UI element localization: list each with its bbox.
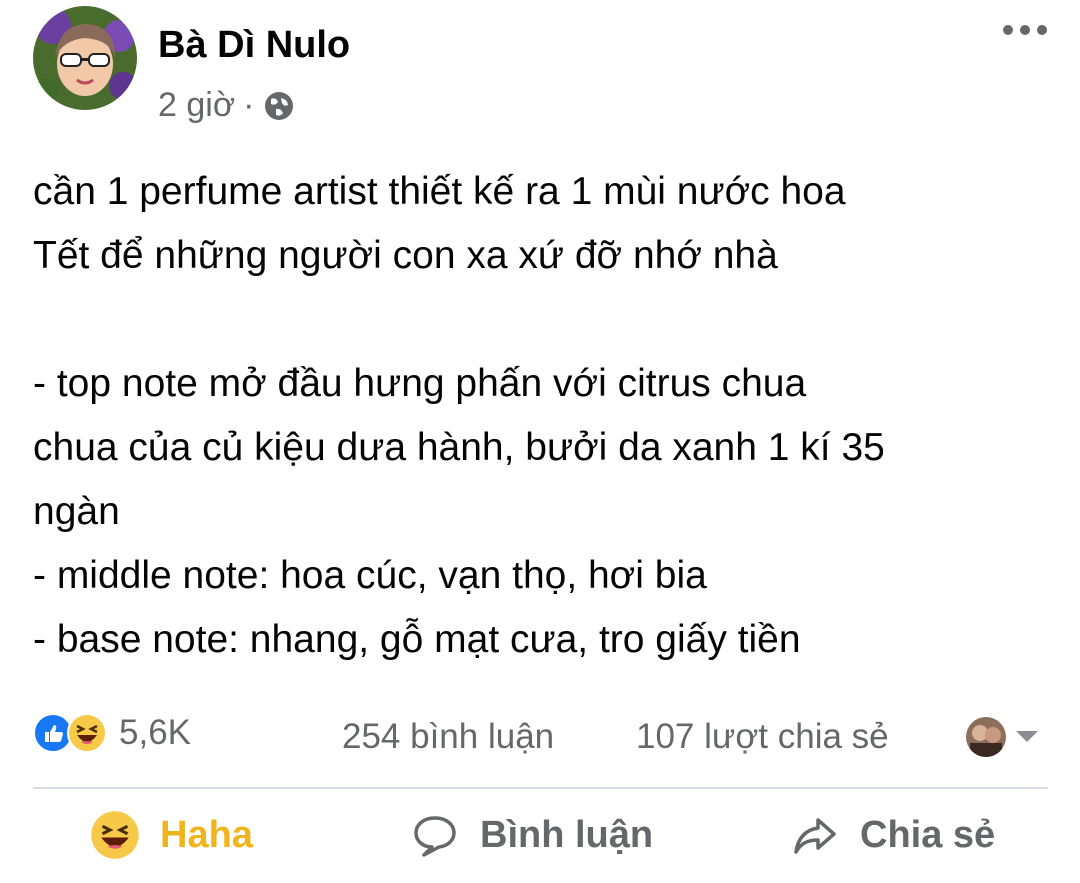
more-options-icon[interactable]	[1003, 18, 1047, 42]
reactions-count: 5,6K	[119, 713, 191, 752]
meta-separator: ·	[243, 86, 255, 124]
haha-button[interactable]: Haha	[90, 810, 253, 860]
comment-bubble-icon	[410, 810, 460, 860]
post-stats: 5,6K 254 bình luận 107 lượt chia sẻ	[0, 705, 1080, 765]
shares-count[interactable]: 107 lượt chia sẻ	[636, 717, 889, 757]
reactions-summary[interactable]: 5,6K	[33, 713, 191, 753]
audience-dropdown-icon[interactable]	[1016, 731, 1038, 742]
post-header: Bà Dì Nulo 2 giờ ·	[0, 0, 1080, 140]
share-label: Chia sẻ	[860, 813, 996, 856]
author-name[interactable]: Bà Dì Nulo	[158, 24, 350, 67]
haha-reaction-icon	[67, 713, 107, 753]
post-body-text: cần 1 perfume artist thiết kế ra 1 mùi n…	[33, 170, 885, 661]
actions-divider	[33, 787, 1048, 789]
comments-count[interactable]: 254 bình luận	[342, 717, 554, 757]
author-avatar[interactable]	[33, 6, 137, 110]
post-time[interactable]: 2 giờ	[158, 86, 235, 125]
comment-button[interactable]: Bình luận	[410, 810, 653, 860]
haha-icon	[90, 810, 140, 860]
post-actions-bar: Haha Bình luận Chia sẻ	[0, 800, 1080, 883]
sharer-avatar[interactable]	[966, 717, 1006, 757]
share-button[interactable]: Chia sẻ	[790, 810, 995, 860]
globe-icon[interactable]	[262, 89, 296, 123]
haha-label: Haha	[160, 813, 253, 856]
post-meta: 2 giờ ·	[158, 86, 296, 125]
share-arrow-icon	[790, 810, 840, 860]
comment-label: Bình luận	[480, 813, 654, 856]
